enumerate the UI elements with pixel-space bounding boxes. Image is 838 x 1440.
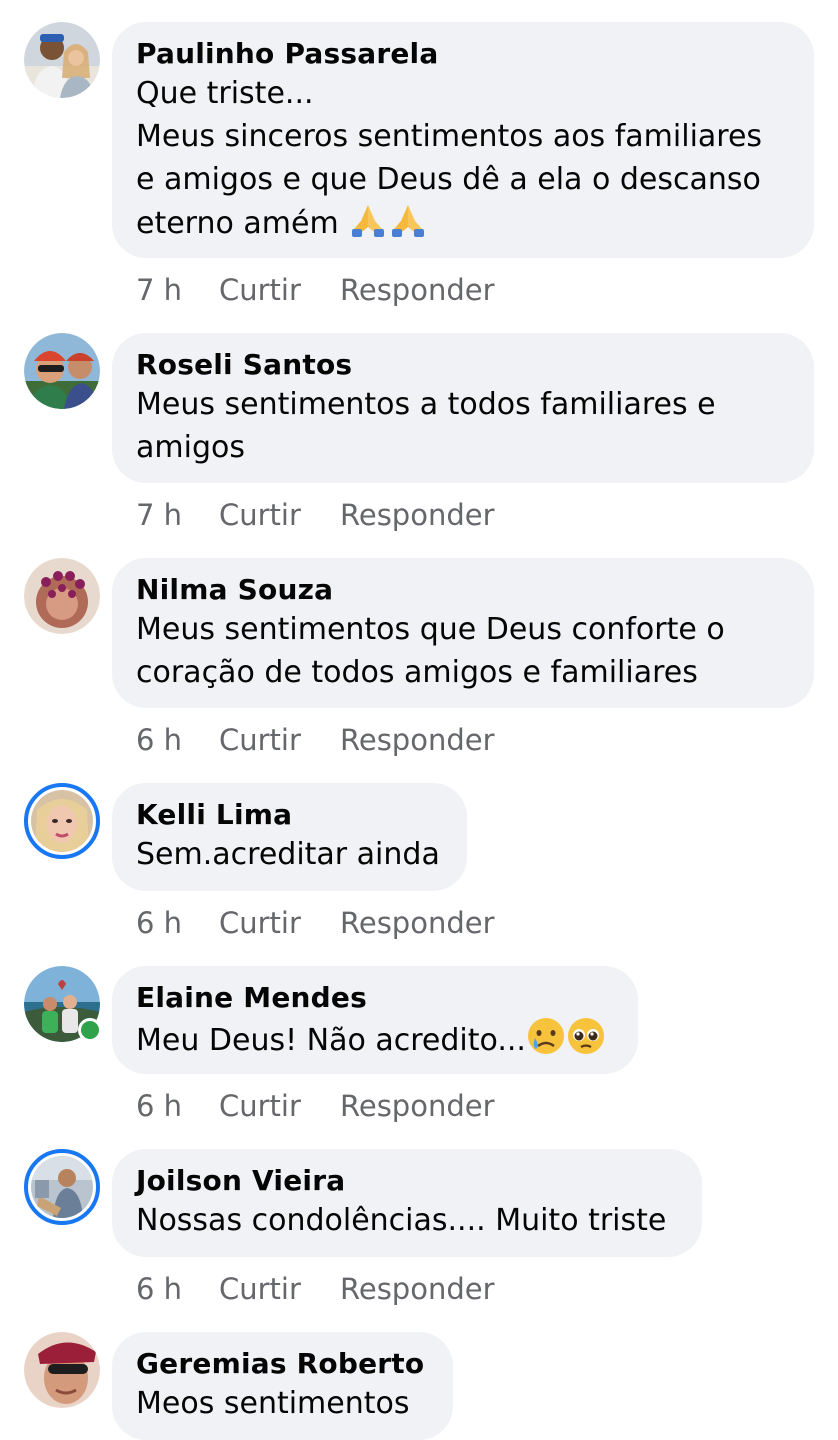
- comment-text: Que triste... Meus sinceros sentimentos …: [136, 72, 790, 251]
- avatar-photo: [24, 22, 100, 98]
- reply-button[interactable]: Responder: [340, 1271, 495, 1307]
- comment-actions: 7 h Curtir Responder: [136, 272, 495, 308]
- avatar-photo: [31, 1156, 93, 1218]
- comment-author[interactable]: Geremias Roberto: [136, 1346, 429, 1382]
- folded-hands-icon: [388, 201, 428, 251]
- comment-bubble[interactable]: Nilma Souza Meus sentimentos que Deus co…: [112, 558, 814, 708]
- comment-bubble[interactable]: Paulinho Passarela Que triste... Meus si…: [112, 22, 814, 258]
- comment-timestamp[interactable]: 7 h: [136, 272, 219, 308]
- comment-bubble[interactable]: Kelli Lima Sem.acreditar ainda: [112, 783, 467, 891]
- comment-text: Meu Deus! Não acredito...: [136, 1016, 614, 1068]
- avatar[interactable]: [24, 1332, 100, 1408]
- comment-actions: 6 h Curtir Responder: [136, 1271, 495, 1307]
- comment-actions: 7 h Curtir Responder: [136, 497, 495, 533]
- like-button[interactable]: Curtir: [219, 905, 340, 941]
- comment-text: Meus sentimentos a todos familiares e am…: [136, 387, 716, 465]
- avatar[interactable]: [24, 783, 100, 859]
- comment-text: Meos sentimentos: [136, 1386, 410, 1421]
- avatar[interactable]: [24, 1149, 100, 1225]
- reply-button[interactable]: Responder: [340, 272, 495, 308]
- reply-button[interactable]: Responder: [340, 497, 495, 533]
- avatar[interactable]: [24, 558, 100, 634]
- avatar-photo: [24, 333, 100, 409]
- like-button[interactable]: Curtir: [219, 1271, 340, 1307]
- comment-text: Sem.acreditar ainda: [136, 837, 440, 872]
- comment-author[interactable]: Elaine Mendes: [136, 980, 614, 1016]
- pleading-face-icon: [566, 1016, 606, 1068]
- comment-bubble[interactable]: Joilson Vieira Nossas condolências.... M…: [112, 1149, 702, 1257]
- avatar[interactable]: [24, 966, 102, 1042]
- comment-author[interactable]: Roseli Santos: [136, 347, 790, 383]
- reply-button[interactable]: Responder: [340, 1088, 495, 1124]
- like-button[interactable]: Curtir: [219, 1088, 340, 1124]
- avatar-photo: [31, 790, 93, 852]
- comment-timestamp[interactable]: 6 h: [136, 1271, 219, 1307]
- comment-author[interactable]: Kelli Lima: [136, 797, 443, 833]
- comment-text: Meus sentimentos que Deus conforte o cor…: [136, 612, 725, 690]
- sad-tear-face-icon: [526, 1016, 566, 1068]
- comment-actions: 6 h Curtir Responder: [136, 905, 495, 941]
- comment-bubble[interactable]: Geremias Roberto Meos sentimentos: [112, 1332, 453, 1440]
- reply-button[interactable]: Responder: [340, 722, 495, 758]
- like-button[interactable]: Curtir: [219, 497, 340, 533]
- comment-author[interactable]: Nilma Souza: [136, 572, 790, 608]
- like-button[interactable]: Curtir: [219, 722, 340, 758]
- avatar[interactable]: [24, 22, 100, 98]
- comment-author[interactable]: Paulinho Passarela: [136, 36, 790, 72]
- avatar[interactable]: [24, 333, 100, 409]
- comment-timestamp[interactable]: 6 h: [136, 905, 219, 941]
- avatar-photo: [24, 558, 100, 634]
- comment-timestamp[interactable]: 6 h: [136, 722, 219, 758]
- story-ring[interactable]: [24, 1149, 100, 1225]
- like-button[interactable]: Curtir: [219, 272, 340, 308]
- comment-actions: 6 h Curtir Responder: [136, 1088, 495, 1124]
- online-status-indicator: [78, 1018, 102, 1042]
- story-ring[interactable]: [24, 783, 100, 859]
- folded-hands-icon: [348, 201, 388, 251]
- comment-text: Nossas condolências.... Muito triste: [136, 1203, 667, 1238]
- comment-timestamp[interactable]: 7 h: [136, 497, 219, 533]
- reply-button[interactable]: Responder: [340, 905, 495, 941]
- avatar-photo: [24, 1332, 100, 1408]
- comment-bubble[interactable]: Roseli Santos Meus sentimentos a todos f…: [112, 333, 814, 483]
- comment-actions: 6 h Curtir Responder: [136, 722, 495, 758]
- comment-bubble[interactable]: Elaine Mendes Meu Deus! Não acredito...: [112, 966, 638, 1074]
- comment-author[interactable]: Joilson Vieira: [136, 1163, 678, 1199]
- comment-timestamp[interactable]: 6 h: [136, 1088, 219, 1124]
